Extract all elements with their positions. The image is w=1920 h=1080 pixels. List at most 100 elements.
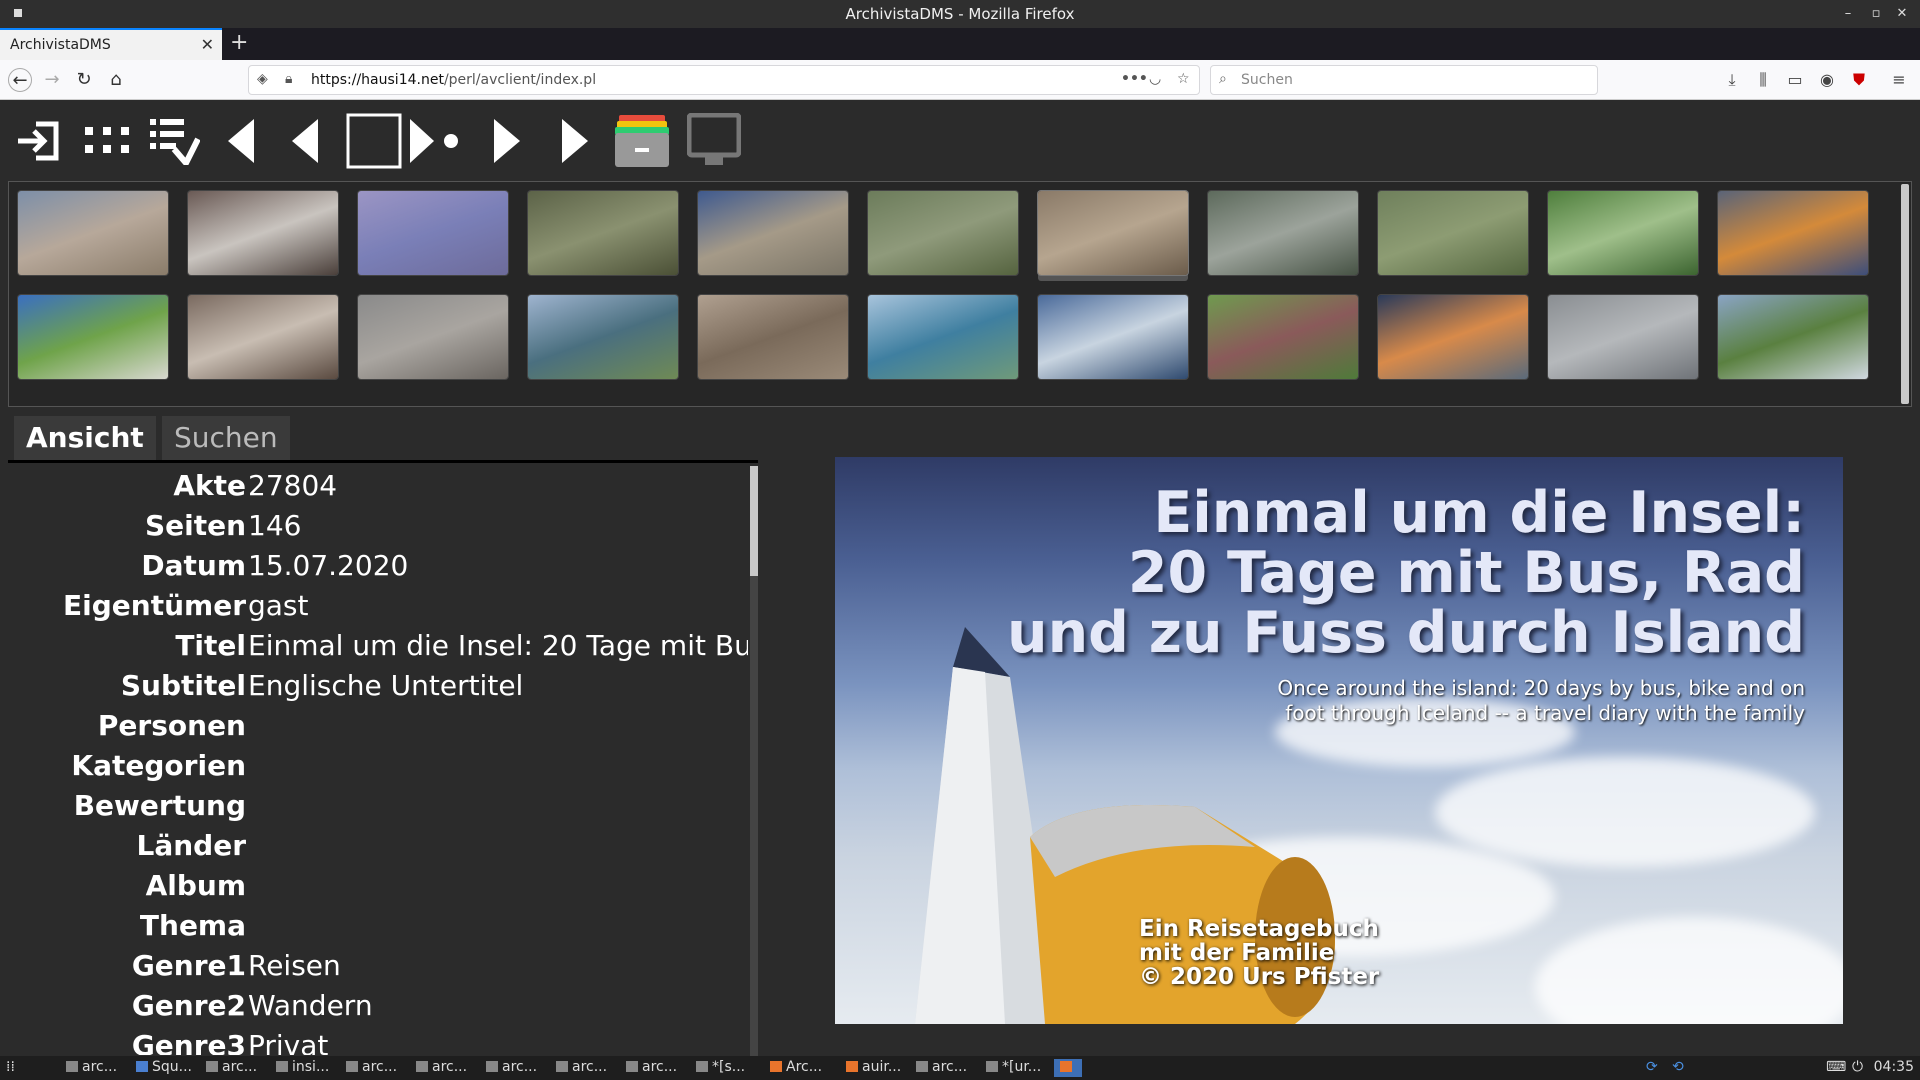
search-bar[interactable]: ⌕ Suchen: [1210, 65, 1598, 95]
thumbnail[interactable]: [1208, 295, 1358, 379]
ublock-icon[interactable]: ⛊: [1848, 70, 1870, 90]
taskbar-item[interactable]: auir...: [846, 1059, 901, 1077]
previous-page-icon[interactable]: [290, 111, 320, 171]
taskbar-item[interactable]: arc...: [626, 1059, 677, 1077]
tracking-shield-icon[interactable]: ◈: [257, 71, 268, 87]
close-tab-icon[interactable]: ✕: [201, 35, 214, 54]
taskbar-item[interactable]: *[s...: [696, 1059, 745, 1077]
thumbnail[interactable]: [18, 191, 168, 275]
metadata-value[interactable]: gast: [248, 589, 748, 622]
thumbnail[interactable]: [698, 295, 848, 379]
metadata-value[interactable]: 146: [248, 509, 748, 542]
taskbar-active-firefox[interactable]: [1054, 1059, 1082, 1077]
thumbnail[interactable]: [1718, 191, 1868, 275]
thumbnail[interactable]: [528, 191, 678, 275]
sync-icon[interactable]: ⟲: [1672, 1059, 1684, 1077]
pocket-icon[interactable]: ◡: [1149, 71, 1161, 87]
metadata-row: Genre3 Privat: [8, 1029, 748, 1055]
metadata-value[interactable]: 27804: [248, 469, 748, 502]
menu-icon[interactable]: ≡: [1888, 70, 1910, 89]
metadata-value[interactable]: Wandern: [248, 989, 748, 1022]
metadata-value[interactable]: Reisen: [248, 949, 748, 982]
thumbnail[interactable]: [358, 191, 508, 275]
taskbar-item-label: *[s...: [712, 1059, 746, 1075]
bookmark-star-icon[interactable]: ☆: [1177, 71, 1190, 87]
window-title: ArchivistaDMS - Mozilla Firefox: [845, 5, 1075, 23]
play-icon[interactable]: [408, 111, 460, 171]
thumbnail[interactable]: [868, 295, 1018, 379]
thumbnail[interactable]: [358, 295, 508, 379]
last-page-icon[interactable]: [560, 111, 590, 171]
taskbar-item[interactable]: *[ur...: [986, 1059, 1041, 1077]
thumbnail-scrollbar[interactable]: [1901, 184, 1909, 404]
first-page-icon[interactable]: [226, 111, 256, 171]
refresh-icon[interactable]: ⟳: [1646, 1059, 1658, 1077]
thumbnail[interactable]: [1038, 295, 1188, 379]
folder-icon[interactable]: [612, 111, 672, 171]
thumbnail[interactable]: [528, 295, 678, 379]
firefox-icon: [1060, 1061, 1072, 1072]
downloads-icon[interactable]: ⤓: [1721, 70, 1743, 90]
taskbar-item[interactable]: arc...: [486, 1059, 537, 1077]
thumbnail[interactable]: [1378, 191, 1528, 275]
url-bar[interactable]: ◈ 🔒︎ https://hausi14.net/perl/avclient/i…: [248, 65, 1200, 95]
new-tab-icon[interactable]: +: [230, 30, 248, 55]
taskbar-item[interactable]: arc...: [66, 1059, 117, 1077]
thumbnail[interactable]: [1548, 191, 1698, 275]
list-add-icon[interactable]: [150, 111, 200, 171]
keyboard-icon[interactable]: ⌨: [1826, 1059, 1846, 1077]
taskbar-item[interactable]: arc...: [206, 1059, 257, 1077]
tab-suchen[interactable]: Suchen: [162, 416, 290, 460]
back-icon[interactable]: ←: [8, 68, 32, 92]
reload-icon[interactable]: ↻: [72, 68, 96, 92]
screen-icon[interactable]: [686, 111, 742, 171]
clock: 04:35: [1873, 1059, 1914, 1075]
taskbar-item[interactable]: Arc...: [770, 1059, 822, 1077]
page-actions-icon[interactable]: •••: [1121, 71, 1148, 87]
next-page-icon[interactable]: [492, 111, 522, 171]
forward-icon[interactable]: →: [40, 68, 64, 92]
metadata-scrollbar-thumb[interactable]: [750, 466, 758, 576]
maximize-icon[interactable]: ▫: [1866, 4, 1886, 24]
page-preview[interactable]: Einmal um die Insel: 20 Tage mit Bus, Ra…: [835, 457, 1843, 1024]
thumbnail[interactable]: [18, 295, 168, 379]
metadata-value[interactable]: Privat: [248, 1029, 748, 1055]
grid-view-icon[interactable]: [84, 111, 130, 171]
thumbnail[interactable]: [188, 191, 338, 275]
thumbnail[interactable]: [1548, 295, 1698, 379]
sidebar-icon[interactable]: ▭: [1784, 70, 1806, 89]
taskbar-app-icon: [556, 1061, 568, 1072]
library-icon[interactable]: ⫼: [1752, 70, 1774, 90]
taskbar-item[interactable]: Squ...: [136, 1059, 192, 1077]
home-icon[interactable]: ⌂: [104, 68, 128, 92]
logout-icon[interactable]: [14, 111, 64, 171]
taskbar-item[interactable]: arc...: [556, 1059, 607, 1077]
taskbar-item[interactable]: arc...: [416, 1059, 467, 1077]
metadata-value[interactable]: Englische Untertitel: [248, 669, 748, 702]
taskbar-item[interactable]: insi...: [276, 1059, 329, 1077]
thumbnail[interactable]: [698, 191, 848, 275]
taskbar-item-label: arc...: [82, 1059, 118, 1075]
metadata-scrollbar[interactable]: [750, 466, 758, 1056]
page-frame-icon[interactable]: [346, 111, 402, 171]
taskbar-item-label: arc...: [572, 1059, 608, 1075]
thumbnail[interactable]: [1208, 191, 1358, 275]
metadata-value[interactable]: 15.07.2020: [248, 549, 748, 582]
lock-icon[interactable]: 🔒︎: [285, 71, 292, 87]
taskbar-item[interactable]: arc...: [346, 1059, 397, 1077]
minimize-icon[interactable]: –: [1838, 4, 1858, 24]
tab-ansicht[interactable]: Ansicht: [14, 416, 156, 460]
thumbnail[interactable]: [1378, 295, 1528, 379]
thumbnail[interactable]: [1038, 191, 1188, 275]
power-icon[interactable]: ⏻: [1852, 1059, 1863, 1077]
browser-tab[interactable]: ArchivistaDMS ✕: [0, 28, 222, 60]
thumbnail[interactable]: [188, 295, 338, 379]
thumbnail[interactable]: [868, 191, 1018, 275]
taskbar-app-icon: [416, 1061, 428, 1072]
metadata-value[interactable]: Einmal um die Insel: 20 Tage mit Bus,: [248, 629, 748, 662]
account-icon[interactable]: ◉: [1816, 70, 1838, 89]
app-menu-icon[interactable]: ⁞⁞: [6, 1059, 15, 1077]
thumbnail[interactable]: [1718, 295, 1868, 379]
taskbar-item[interactable]: arc...: [916, 1059, 967, 1077]
close-window-icon[interactable]: ✕: [1892, 4, 1912, 24]
